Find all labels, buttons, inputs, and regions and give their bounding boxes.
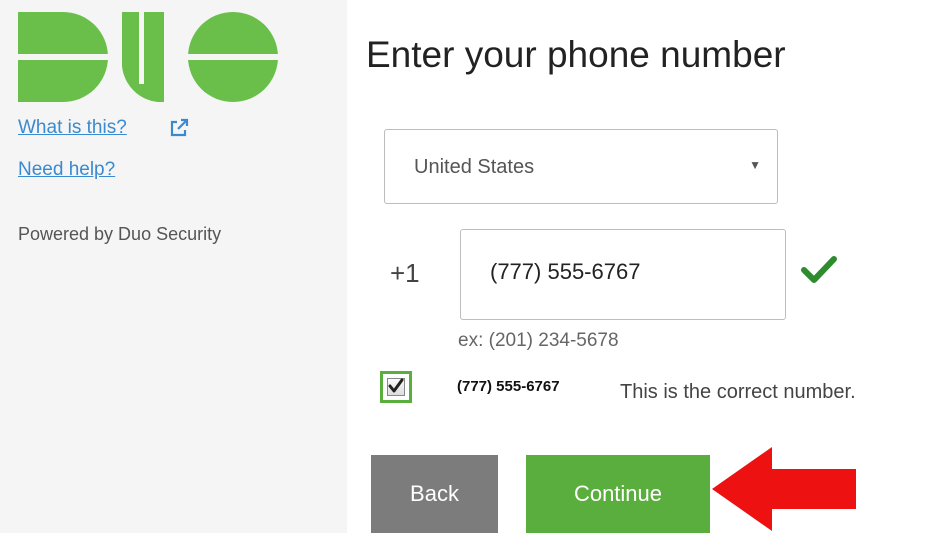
phone-number-input[interactable]: (777) 555-6767 bbox=[460, 229, 786, 320]
duo-logo bbox=[18, 12, 280, 102]
back-button[interactable]: Back bbox=[371, 455, 498, 533]
page-title: Enter your phone number bbox=[366, 34, 786, 75]
red-arrow-icon bbox=[712, 447, 856, 531]
external-link-icon[interactable] bbox=[169, 118, 189, 138]
confirm-label: This is the correct number. bbox=[620, 381, 856, 403]
continue-button[interactable]: Continue bbox=[526, 455, 710, 533]
main-panel: Enter your phone number United States ▼ … bbox=[347, 0, 941, 533]
what-is-this-link[interactable]: What is this? bbox=[18, 117, 127, 139]
confirm-number-text: (777) 555-6767 bbox=[457, 378, 560, 395]
confirm-number-checkbox[interactable] bbox=[380, 371, 412, 403]
country-select[interactable]: United States ▼ bbox=[384, 129, 778, 204]
sidebar: What is this? Need help? Powered by Duo … bbox=[0, 0, 347, 533]
checkmark-icon bbox=[801, 256, 837, 283]
phone-example-text: ex: (201) 234-5678 bbox=[458, 330, 619, 351]
phone-number-value: (777) 555-6767 bbox=[490, 259, 641, 284]
dropdown-caret-icon: ▼ bbox=[749, 158, 761, 172]
country-select-value: United States bbox=[414, 156, 535, 178]
checkbox-check-icon bbox=[388, 378, 404, 393]
country-code-prefix: +1 bbox=[390, 258, 420, 288]
need-help-link[interactable]: Need help? bbox=[18, 159, 115, 181]
powered-by-text: Powered by Duo Security bbox=[18, 224, 222, 244]
